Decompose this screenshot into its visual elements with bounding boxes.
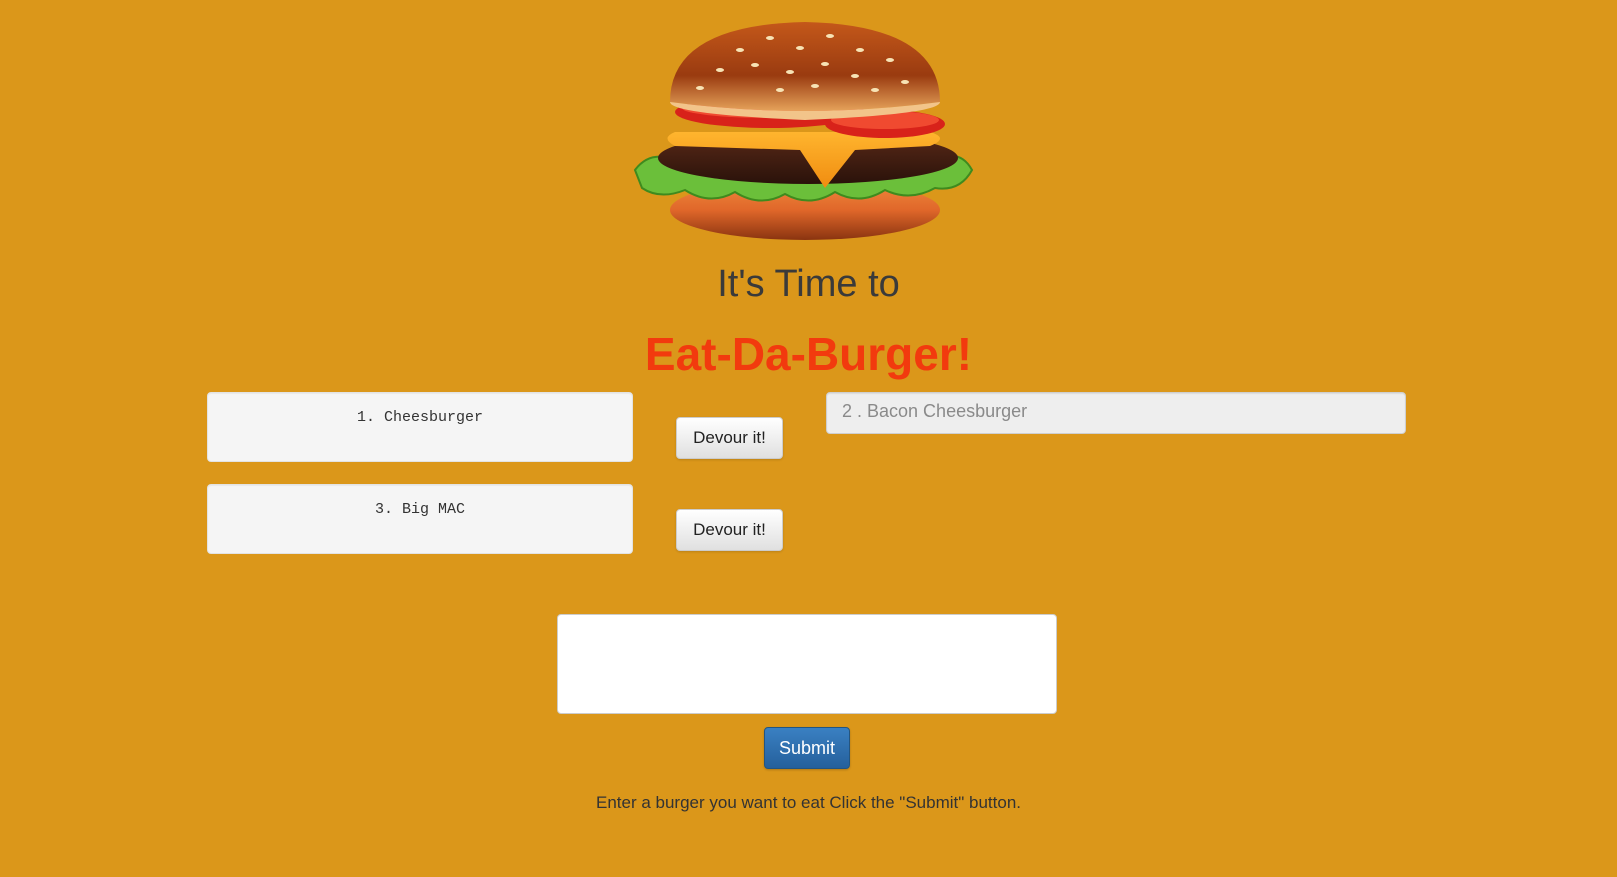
burger-item-big-mac: 3. Big MAC	[207, 484, 633, 554]
devoured-burger-item: 2 . Bacon Cheesburger	[826, 392, 1406, 434]
devour-button[interactable]: Devour it!	[676, 509, 783, 551]
devour-button[interactable]: Devour it!	[676, 417, 783, 459]
page-subtitle: It's Time to	[717, 263, 900, 305]
instructions-text: Enter a burger you want to eat Click the…	[595, 793, 1022, 812]
burger-name-textarea[interactable]	[557, 614, 1057, 714]
submit-button[interactable]: Submit	[764, 727, 850, 769]
burger-logo-image	[633, 22, 974, 240]
page-title: Eat-Da-Burger!	[644, 328, 973, 380]
burger-item-cheesburger: 1. Cheesburger	[207, 392, 633, 462]
